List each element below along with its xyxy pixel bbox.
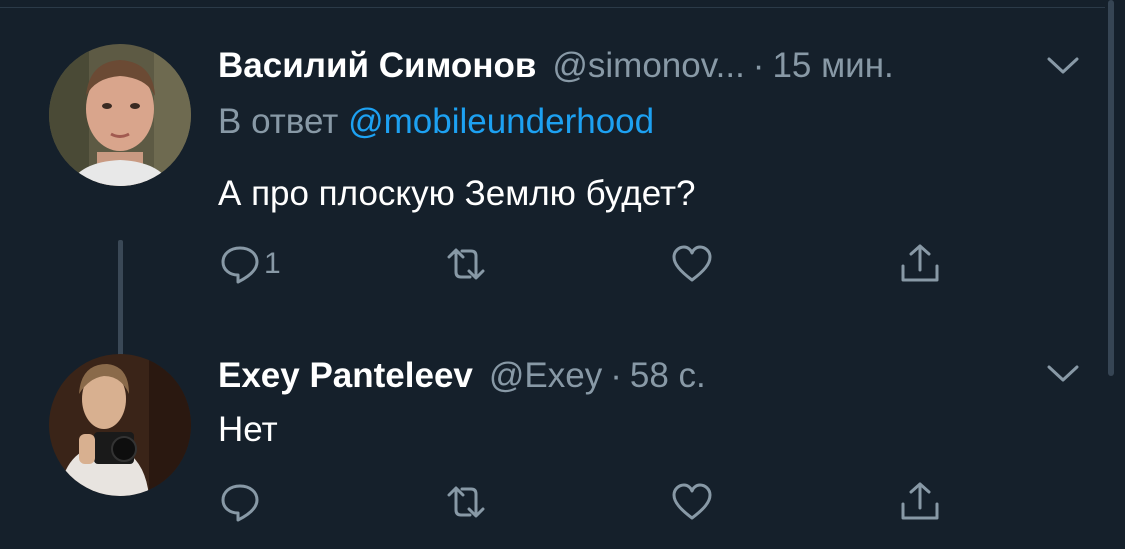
separator-dot: · [752,46,765,85]
avatar[interactable] [49,44,191,186]
tweet-text: А про плоскую Землю будет? [218,174,696,213]
heart-icon [672,245,712,282]
chevron-down-icon[interactable] [1046,364,1080,384]
avatar[interactable] [49,354,191,496]
share-icon [901,244,939,282]
reply-icon [221,484,259,522]
scrollbar[interactable] [1108,0,1114,376]
reply-prefix: В ответ [218,102,339,141]
tweet[interactable]: Exey Panteleev @Exey · 58 с. Нет [0,346,1100,546]
timestamp[interactable]: 58 с. [630,356,706,396]
reply-mention-link[interactable]: @mobileunderhood [348,102,654,141]
chevron-down-icon[interactable] [1046,56,1080,76]
like-button[interactable] [670,242,714,286]
separator-dot: · [610,356,622,395]
reply-context: В ответ @mobileunderhood [218,102,654,142]
tweet-actions [218,480,978,524]
tweet-actions: 1 [218,242,978,286]
heart-icon [672,483,712,520]
author-name[interactable]: Василий Симонов [218,46,536,86]
reply-button[interactable] [218,480,262,524]
author-handle[interactable]: @Exey [489,356,602,396]
like-button[interactable] [670,480,714,524]
tweet-header: Василий Симонов @simonov... · 15 мин. [218,46,894,86]
share-icon [901,482,939,520]
reply-button[interactable]: 1 [218,242,281,286]
tweet-header: Exey Panteleev @Exey · 58 с. [218,356,706,396]
retweet-button[interactable] [444,480,488,524]
tweet[interactable]: Василий Симонов @simonov... · 15 мин. В … [0,38,1100,378]
retweet-button[interactable] [444,242,488,286]
share-button[interactable] [898,480,942,524]
retweet-icon [447,248,485,280]
timestamp[interactable]: 15 мин. [772,46,893,86]
share-button[interactable] [898,242,942,286]
reply-icon [221,246,259,284]
author-handle[interactable]: @simonov... [552,46,744,86]
author-name[interactable]: Exey Panteleev [218,356,473,396]
reply-count: 1 [264,247,281,280]
top-divider [0,7,1105,8]
tweet-text: Нет [218,410,278,449]
retweet-icon [447,486,485,518]
